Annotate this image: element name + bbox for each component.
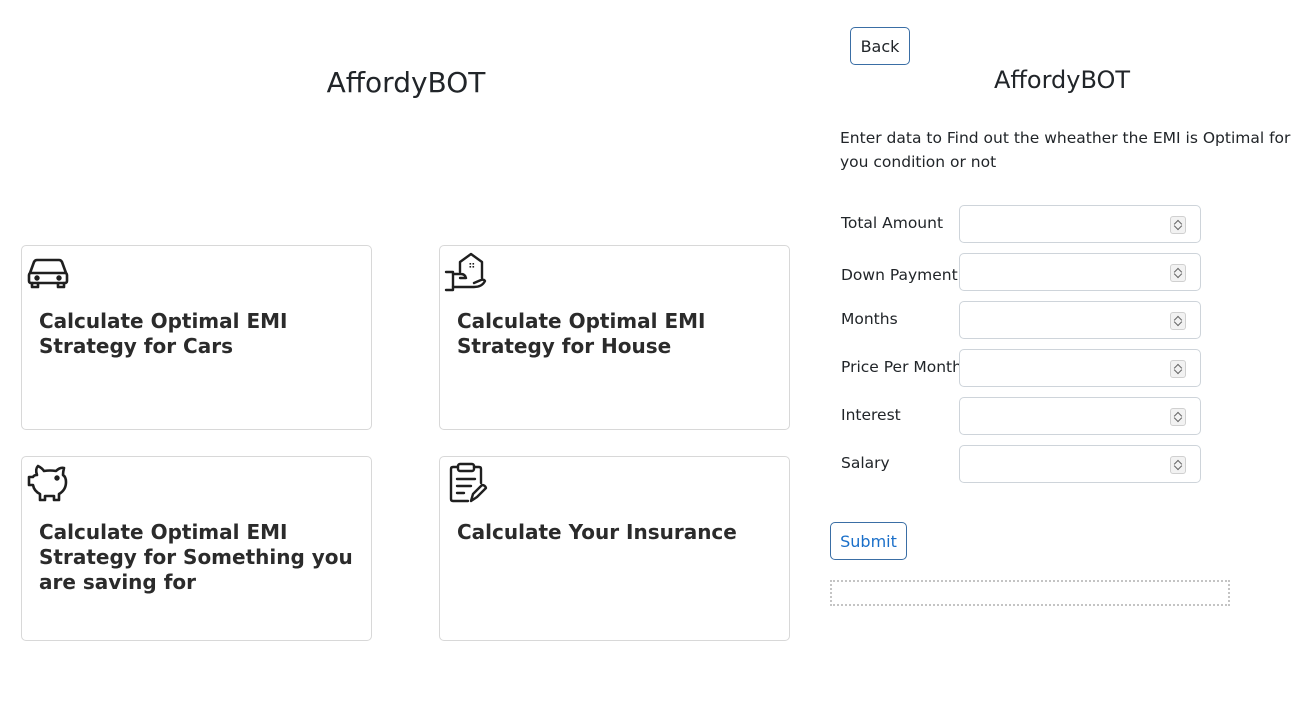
price-per-month-label: Price Per Month — [841, 358, 962, 376]
back-button[interactable]: Back — [850, 27, 910, 65]
spinner-icon[interactable] — [1170, 312, 1186, 330]
house-in-hand-icon — [444, 250, 488, 294]
card-title: Calculate Optimal EMI Strategy for Cars — [39, 309, 288, 358]
months-input[interactable] — [959, 301, 1201, 339]
submit-button[interactable]: Submit — [830, 522, 907, 560]
spinner-icon[interactable] — [1170, 216, 1186, 234]
card-house[interactable]: Calculate Optimal EMI Strategy for House — [439, 245, 790, 430]
interest-label: Interest — [841, 406, 901, 424]
total-amount-input[interactable] — [959, 205, 1201, 243]
spinner-icon[interactable] — [1170, 408, 1186, 426]
salary-input[interactable] — [959, 445, 1201, 483]
card-title: Calculate Your Insurance — [457, 520, 737, 544]
card-saving[interactable]: Calculate Optimal EMI Strategy for Somet… — [21, 456, 372, 641]
clipboard-edit-icon — [444, 461, 488, 505]
card-title: Calculate Optimal EMI Strategy for House — [457, 309, 706, 358]
months-label: Months — [841, 310, 898, 328]
car-icon — [26, 250, 70, 294]
piggy-bank-icon — [26, 461, 70, 505]
interest-input[interactable] — [959, 397, 1201, 435]
form-title: AffordyBOT — [993, 66, 1131, 94]
card-title: Calculate Optimal EMI Strategy for Somet… — [39, 520, 353, 594]
spinner-icon[interactable] — [1170, 264, 1186, 282]
form-intro: Enter data to Find out the wheather the … — [840, 129, 1291, 171]
app-title: AffordyBOT — [326, 66, 486, 99]
spinner-icon[interactable] — [1170, 360, 1186, 378]
spinner-icon[interactable] — [1170, 456, 1186, 474]
down-payment-input[interactable] — [959, 253, 1201, 291]
result-output — [830, 580, 1230, 606]
card-cars[interactable]: Calculate Optimal EMI Strategy for Cars — [21, 245, 372, 430]
total-amount-label: Total Amount — [841, 214, 944, 232]
price-per-month-input[interactable] — [959, 349, 1201, 387]
salary-label: Salary — [841, 454, 890, 472]
card-insurance[interactable]: Calculate Your Insurance — [439, 456, 790, 641]
down-payment-label: Down Payment — [841, 266, 958, 284]
